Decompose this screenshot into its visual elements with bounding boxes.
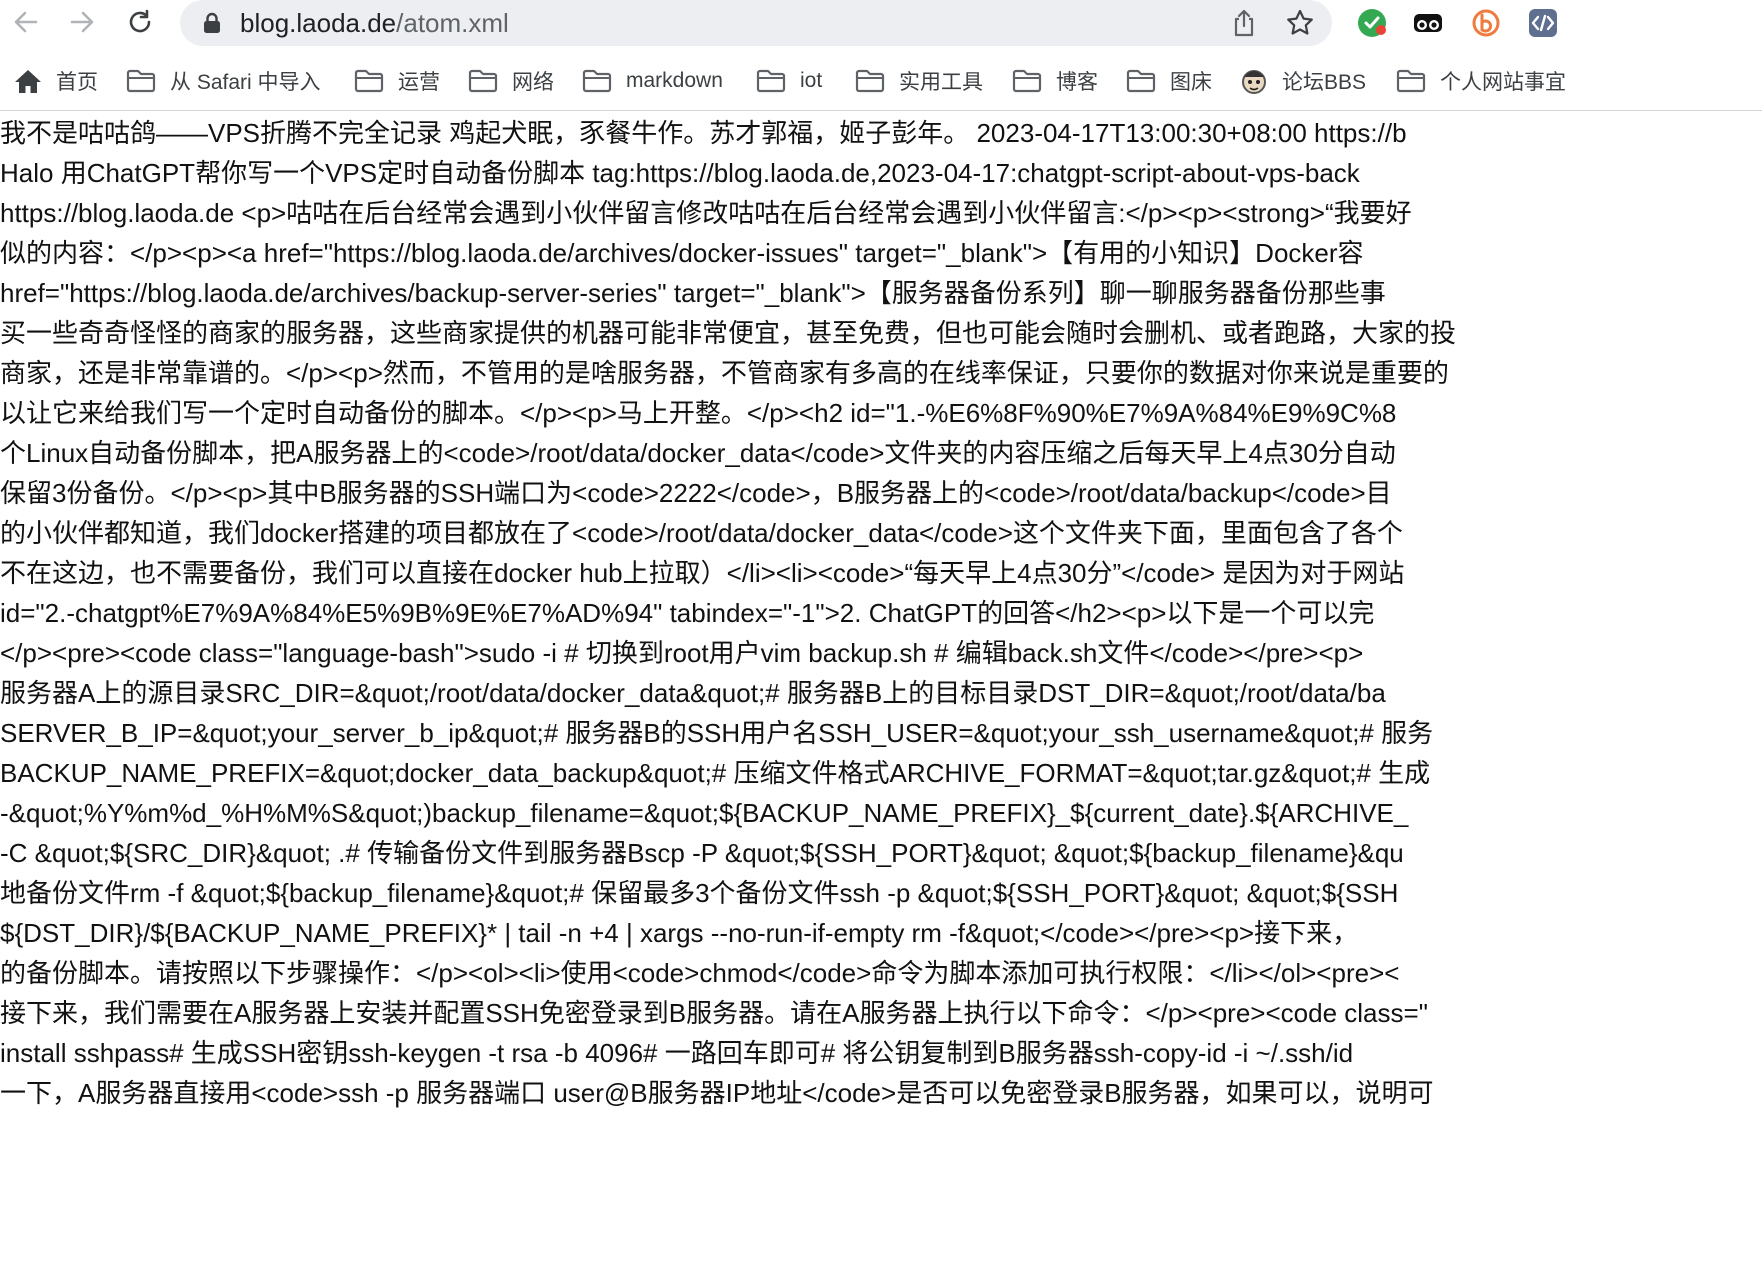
bookmark-iot[interactable]: iot <box>756 64 822 98</box>
content-line: ${DST_DIR}/${BACKUP_NAME_PREFIX}* | tail… <box>0 918 1359 948</box>
reload-icon <box>129 9 151 33</box>
bookmark-safari-import[interactable]: 从 Safari 中导入 <box>126 64 321 98</box>
content-line: 买一些奇奇怪怪的商家的服务器，这些商家提供的机器可能非常便宜，甚至免费，但也可能… <box>0 318 1457 348</box>
bookmark-tools[interactable]: 实用工具 <box>855 64 983 98</box>
browser-toolbar: blog.laoda.de/atom.xml <box>0 0 1762 48</box>
bookmark-label: 实用工具 <box>899 71 983 94</box>
content-line: 的备份脚本。请按照以下步骤操作：</p><ol><li>使用<code>chmo… <box>0 958 1400 988</box>
content-line: href="https://blog.laoda.de/archives/bac… <box>0 278 1386 308</box>
folder-icon <box>354 69 384 93</box>
bookmark-label: iot <box>800 69 823 92</box>
content-line: </p><pre><code class="language-bash">sud… <box>0 638 1364 668</box>
forward-button[interactable] <box>64 4 100 40</box>
bookmark-label: 运营 <box>398 71 440 94</box>
bookmark-forum[interactable]: 论坛BBS <box>1240 64 1366 98</box>
content-line: 保留3份备份。</p><p>其中B服务器的SSH端口为<code>2222</c… <box>0 478 1392 508</box>
content-line: 接下来，我们需要在A服务器上安装并配置SSH免密登录到B服务器。请在A服务器上执… <box>0 998 1428 1028</box>
url-host: blog.laoda.de <box>240 8 397 38</box>
content-line: 似的内容：</p><p><a href="https://blog.laoda.… <box>0 238 1364 268</box>
folder-icon <box>1396 69 1426 93</box>
star-icon[interactable] <box>1285 8 1315 38</box>
bookmark-network[interactable]: 网络 <box>468 64 554 98</box>
bookmarks-bar: 首页 从 Safari 中导入 运营 网络 markdown iot 实用工具 … <box>0 58 1762 104</box>
content-line: 以让它来给我们写一个定时自动备份的脚本。</p><p>马上开整。</p><h2 … <box>0 398 1397 428</box>
bookmark-label: 论坛BBS <box>1282 71 1367 94</box>
bookmark-operations[interactable]: 运营 <box>354 64 440 98</box>
back-button[interactable] <box>8 4 44 40</box>
bookmark-label: markdown <box>626 69 723 92</box>
bookmark-personal-site[interactable]: 个人网站事宜 <box>1396 64 1566 98</box>
bookmark-home[interactable]: 首页 <box>14 64 98 98</box>
bookmark-label: 图床 <box>1170 71 1212 94</box>
bookmark-label: 从 Safari 中导入 <box>170 71 321 94</box>
address-bar[interactable]: blog.laoda.de/atom.xml <box>180 0 1332 46</box>
folder-icon <box>855 69 885 93</box>
content-line: SERVER_B_IP=&quot;your_server_b_ip&quot;… <box>0 718 1434 748</box>
content-line: 地备份文件rm -f &quot;${backup_filename}&quot… <box>0 878 1399 908</box>
toolbar-divider <box>0 110 1762 111</box>
checkmark-extension-icon[interactable] <box>1357 8 1387 38</box>
lock-icon[interactable] <box>202 12 222 34</box>
url-path: /atom.xml <box>396 8 509 38</box>
share-icon[interactable] <box>1230 8 1258 38</box>
home-icon <box>15 70 41 93</box>
folder-icon <box>1012 69 1042 93</box>
back-arrow-icon <box>14 11 38 33</box>
bookmark-blog[interactable]: 博客 <box>1012 64 1098 98</box>
bookmark-label: 博客 <box>1056 71 1098 94</box>
content-line: 的小伙伴都知道，我们docker搭建的项目都放在了<code>/root/dat… <box>0 518 1403 548</box>
feed-content: 我不是咕咕鸽——VPS折腾不完全记录 鸡起犬眠，豕餐牛作。苏才郭福，姬子彭年。 … <box>0 113 1568 1264</box>
code-extension-icon[interactable] <box>1528 8 1558 38</box>
content-line: 我不是咕咕鸽——VPS折腾不完全记录 鸡起犬眠，豕餐牛作。苏才郭福，姬子彭年。 … <box>0 118 1407 148</box>
content-line: 服务器A上的源目录SRC_DIR=&quot;/root/data/docker… <box>0 678 1386 708</box>
content-line: -&quot;%Y%m%d_%H%M%S&quot;)backup_filena… <box>0 798 1409 828</box>
content-line: id="2.-chatgpt%E7%9A%84%E5%9B%9E%E7%AD%9… <box>0 598 1375 628</box>
content-line: install sshpass# 生成SSH密钥ssh-keygen -t rs… <box>0 1038 1354 1068</box>
bookmark-label: 网络 <box>512 71 554 94</box>
content-line: BACKUP_NAME_PREFIX=&quot;docker_data_bac… <box>0 758 1431 788</box>
folder-icon <box>582 69 612 93</box>
content-line: https://blog.laoda.de <p>咕咕在后台经常会遇到小伙伴留言… <box>0 198 1412 228</box>
content-line: 个Linux自动备份脚本，把A服务器上的<code>/root/data/doc… <box>0 438 1396 468</box>
content-line: 商家，还是非常靠谱的。</p><p>然而，不管用的是啥服务器，不管商家有多高的在… <box>0 358 1449 388</box>
folder-icon <box>756 69 786 93</box>
content-line: 一下，A服务器直接用<code>ssh -p 服务器端口 user@B服务器IP… <box>0 1078 1434 1108</box>
content-line: 不在这边，也不需要备份，我们可以直接在docker hub上拉取）</li><l… <box>0 558 1405 588</box>
bookmark-label: 个人网站事宜 <box>1440 71 1566 94</box>
glasses-extension-icon[interactable] <box>1413 8 1443 38</box>
url-text[interactable]: blog.laoda.de/atom.xml <box>240 8 509 38</box>
bookmark-label: 首页 <box>56 71 98 94</box>
folder-icon <box>1126 69 1156 93</box>
b-extension-icon[interactable] <box>1471 8 1501 38</box>
bookmark-markdown[interactable]: markdown <box>582 64 723 98</box>
folder-icon <box>468 69 498 93</box>
forward-arrow-icon <box>70 11 94 33</box>
content-line: -C &quot;${SRC_DIR}&quot; .# 传输备份文件到服务器B… <box>0 838 1404 868</box>
avatar-icon <box>1242 70 1266 94</box>
bookmark-image-host[interactable]: 图床 <box>1126 64 1212 98</box>
folder-icon <box>126 69 156 93</box>
content-line: Halo 用ChatGPT帮你写一个VPS定时自动备份脚本 tag:https:… <box>0 158 1360 188</box>
reload-button[interactable] <box>122 4 158 40</box>
